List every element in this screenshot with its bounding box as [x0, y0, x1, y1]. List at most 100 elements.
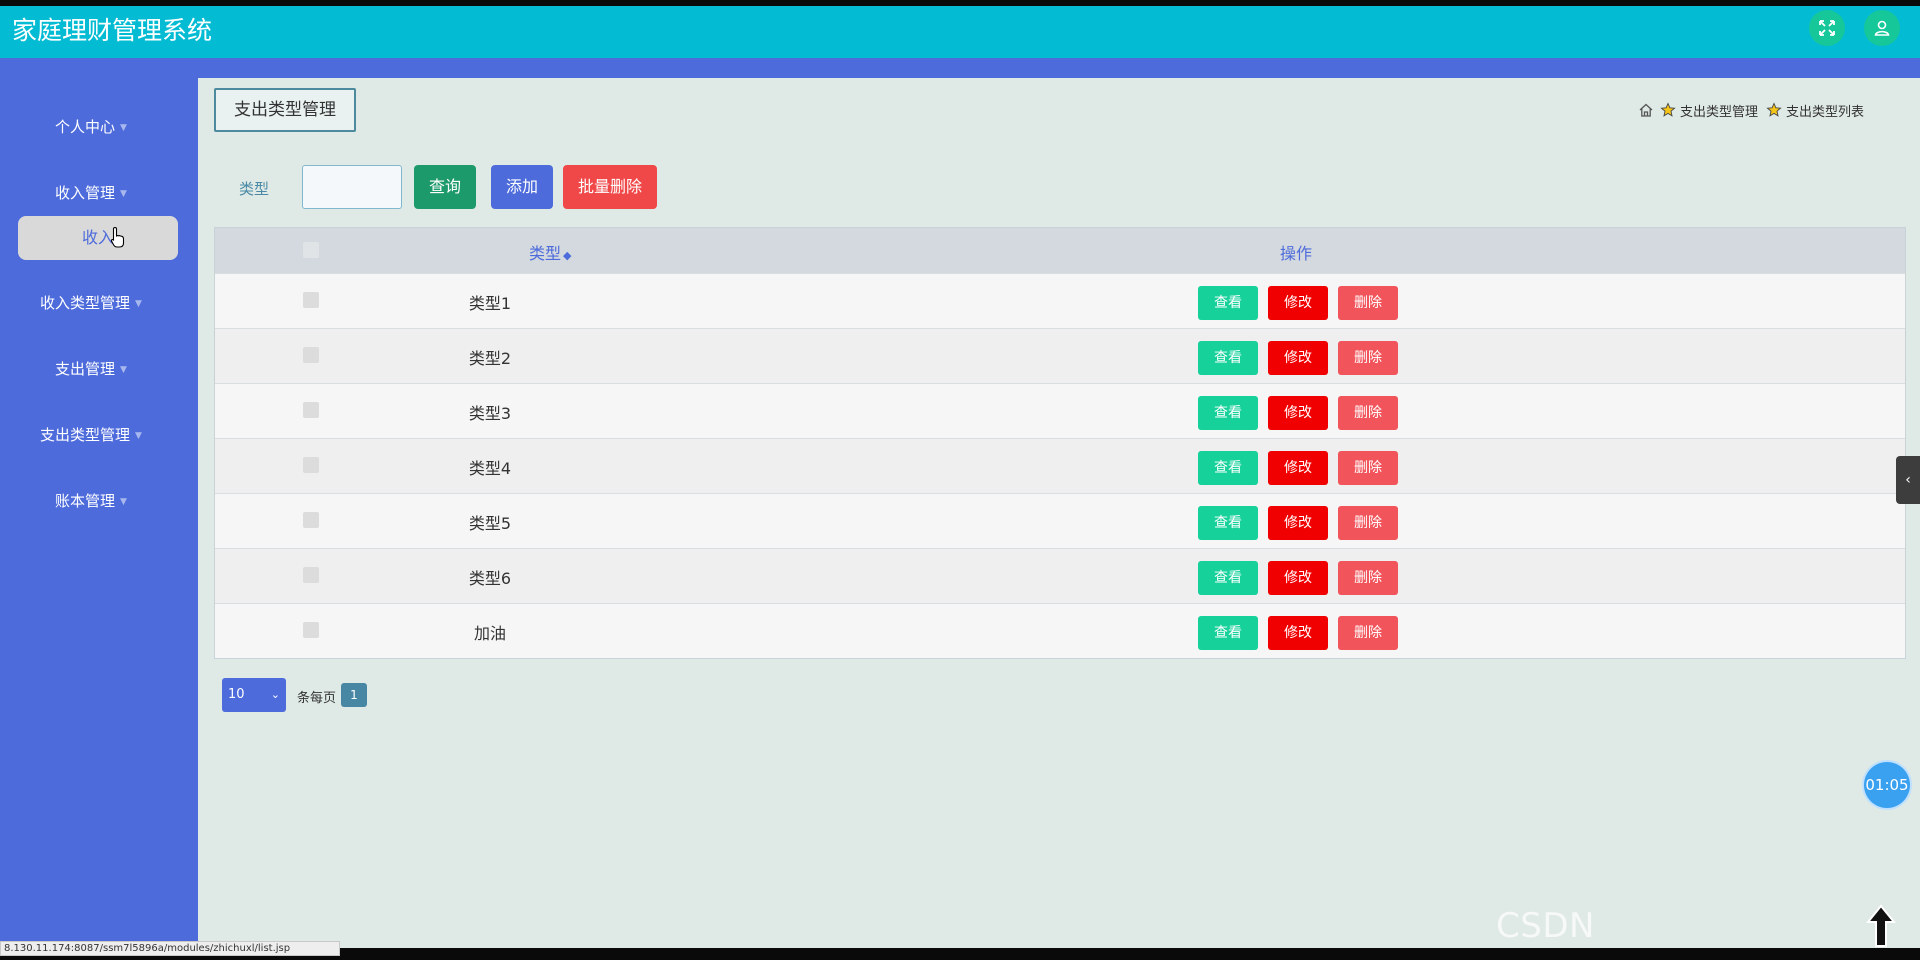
- sidebar-item-expense-management[interactable]: 支出管理 ▼: [0, 358, 182, 379]
- sidebar-item-label: 支出类型管理: [40, 426, 131, 444]
- home-icon: [1639, 103, 1653, 117]
- chevron-down-icon: ⌄: [270, 688, 280, 701]
- column-header-type[interactable]: 类型 ◆: [529, 240, 571, 264]
- caret-down-icon: ▼: [120, 496, 127, 507]
- breadcrumb: 支出类型管理 支出类型列表: [1638, 100, 1908, 120]
- delete-button[interactable]: 删除: [1338, 616, 1398, 650]
- edit-button[interactable]: 修改: [1268, 561, 1328, 595]
- user-menu-button[interactable]: [1864, 10, 1900, 46]
- sidebar-item-personal-center[interactable]: 个人中心 ▼: [0, 116, 182, 137]
- sidebar-item-ledger-management[interactable]: 账本管理 ▼: [0, 490, 182, 511]
- sidebar-item-label: 收入类型管理: [40, 294, 131, 312]
- table-row: 加油 查看 修改 删除: [215, 603, 1905, 658]
- table-row: 类型2 查看 修改 删除: [215, 328, 1905, 383]
- star-icon: [1660, 102, 1676, 117]
- table-row: 类型3 查看 修改 删除: [215, 383, 1905, 438]
- breadcrumb-item[interactable]: 支出类型管理: [1680, 101, 1758, 120]
- hand-cursor-icon: [110, 226, 125, 248]
- header-subbar: [0, 58, 1920, 78]
- select-all-checkbox[interactable]: [303, 242, 319, 258]
- view-button[interactable]: 查看: [1198, 561, 1258, 595]
- view-button[interactable]: 查看: [1198, 286, 1258, 320]
- table-row: 类型5 查看 修改 删除: [215, 493, 1905, 548]
- app-title: 家庭理财管理系统: [12, 16, 213, 45]
- query-button[interactable]: 查询: [414, 165, 476, 209]
- delete-button[interactable]: 删除: [1338, 506, 1398, 540]
- sidebar-item-income-type-management[interactable]: 收入类型管理 ▼: [0, 292, 182, 313]
- sort-icon: ◆: [563, 249, 572, 262]
- type-cell: 类型2: [468, 349, 512, 368]
- column-header-actions: 操作: [1280, 244, 1313, 263]
- caret-down-icon: ▼: [120, 122, 127, 133]
- view-button[interactable]: 查看: [1198, 396, 1258, 430]
- status-bar-url: 8.130.11.174:8087/ssm7l5896a/modules/zhi…: [0, 941, 340, 956]
- caret-down-icon: ▼: [120, 364, 127, 375]
- side-panel-toggle[interactable]: ‹: [1896, 456, 1920, 504]
- edit-button[interactable]: 修改: [1268, 396, 1328, 430]
- type-cell: 加油: [473, 624, 506, 643]
- view-button[interactable]: 查看: [1198, 506, 1258, 540]
- edit-button[interactable]: 修改: [1268, 341, 1328, 375]
- row-checkbox[interactable]: [303, 622, 319, 638]
- table-header: 类型 ◆ 操作: [215, 228, 1905, 273]
- row-checkbox[interactable]: [303, 402, 319, 418]
- type-cell: 类型5: [468, 514, 512, 533]
- expense-type-table: 类型 ◆ 操作 类型1 查看 修改 删除 类型2 查看 修改 删除 类型3 查看 …: [214, 227, 1906, 659]
- edit-button[interactable]: 修改: [1268, 616, 1328, 650]
- table-row: 类型1 查看 修改 删除: [215, 273, 1905, 328]
- sidebar-item-expense-type-management[interactable]: 支出类型管理 ▼: [0, 424, 182, 445]
- column-header-label: 类型: [529, 244, 562, 263]
- delete-button[interactable]: 删除: [1338, 396, 1398, 430]
- delete-button[interactable]: 删除: [1338, 341, 1398, 375]
- fullscreen-button[interactable]: [1809, 10, 1845, 46]
- page-title-tab[interactable]: 支出类型管理: [214, 88, 356, 132]
- sidebar-subitem-income[interactable]: 收入: [18, 216, 178, 260]
- edit-button[interactable]: 修改: [1268, 506, 1328, 540]
- row-checkbox[interactable]: [303, 457, 319, 473]
- page-number-button[interactable]: 1: [341, 683, 367, 707]
- sidebar-item-income-management[interactable]: 收入管理 ▼: [0, 182, 182, 203]
- table-row: 类型6 查看 修改 删除: [215, 548, 1905, 603]
- caret-down-icon: ▼: [135, 430, 142, 441]
- per-page-label: 条每页: [297, 691, 337, 706]
- delete-button[interactable]: 删除: [1338, 451, 1398, 485]
- row-checkbox[interactable]: [303, 512, 319, 528]
- view-button[interactable]: 查看: [1198, 616, 1258, 650]
- delete-button[interactable]: 删除: [1338, 286, 1398, 320]
- main-content: 支出类型管理 支出类型管理 支出类型列表 类型 查询 添加 批量删除 类型 ◆ 操…: [198, 78, 1920, 948]
- row-checkbox[interactable]: [303, 347, 319, 363]
- type-cell: 类型1: [468, 294, 512, 313]
- delete-button[interactable]: 删除: [1338, 561, 1398, 595]
- page-size-select[interactable]: 10 ⌄: [222, 678, 286, 712]
- type-cell: 类型6: [468, 569, 512, 588]
- add-button[interactable]: 添加: [491, 165, 553, 209]
- edit-button[interactable]: 修改: [1268, 451, 1328, 485]
- star-icon: [1766, 102, 1782, 117]
- scroll-top-arrow-icon[interactable]: [1866, 904, 1896, 948]
- page-size-value: 10: [228, 687, 245, 702]
- table-row: 类型4 查看 修改 删除: [215, 438, 1905, 493]
- sidebar-item-label: 收入管理: [55, 184, 116, 202]
- view-button[interactable]: 查看: [1198, 341, 1258, 375]
- type-search-label: 类型: [239, 180, 270, 198]
- caret-down-icon: ▼: [135, 298, 142, 309]
- expand-arrows-icon: [1819, 20, 1835, 36]
- type-cell: 类型4: [468, 459, 512, 478]
- recording-timer: 01:05: [1864, 762, 1910, 808]
- caret-down-icon: ▼: [120, 188, 127, 199]
- row-checkbox[interactable]: [303, 567, 319, 583]
- sidebar-item-label: 支出管理: [55, 360, 116, 378]
- type-cell: 类型3: [468, 404, 512, 423]
- view-button[interactable]: 查看: [1198, 451, 1258, 485]
- user-icon: [1874, 20, 1890, 36]
- breadcrumb-item[interactable]: 支出类型列表: [1786, 101, 1864, 120]
- sidebar-item-label: 个人中心: [55, 118, 116, 136]
- edit-button[interactable]: 修改: [1268, 286, 1328, 320]
- type-search-input[interactable]: [302, 165, 402, 209]
- batch-delete-button[interactable]: 批量删除: [563, 165, 657, 209]
- row-checkbox[interactable]: [303, 292, 319, 308]
- app-header: 家庭理财管理系统: [0, 6, 1920, 58]
- sidebar-item-label: 账本管理: [55, 492, 116, 510]
- sidebar: 个人中心 ▼ 收入管理 ▼ 收入 收入类型管理 ▼ 支出管理 ▼ 支出类型管理 ▼ 账本管…: [0, 78, 198, 948]
- chevron-left-icon: ‹: [1905, 472, 1911, 488]
